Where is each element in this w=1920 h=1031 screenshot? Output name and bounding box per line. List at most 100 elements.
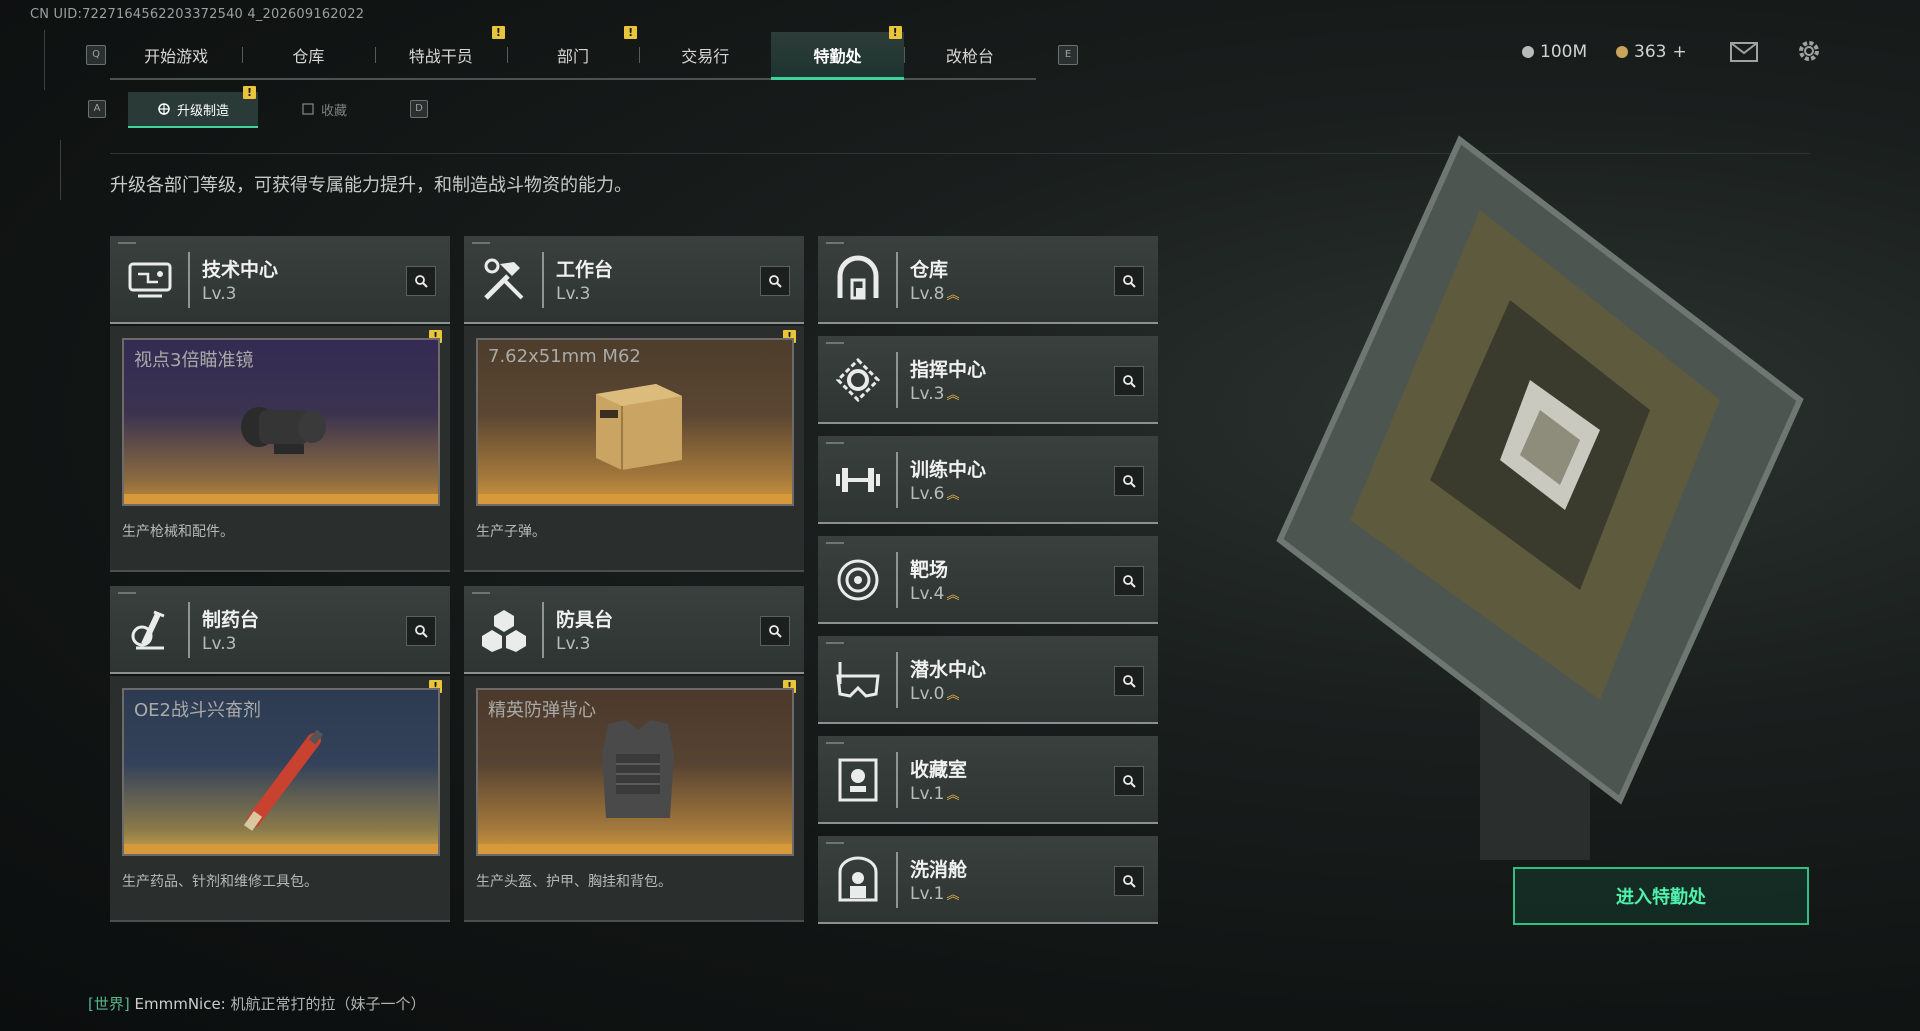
facility-level: Lv.3	[202, 634, 237, 654]
page-description: 升级各部门等级，可获得专属能力提升，和制造战斗物资的能力。	[110, 175, 632, 196]
tab-label: 特勤处	[813, 47, 862, 66]
level-text: Lv.6	[910, 484, 945, 504]
tab-start-game[interactable]: 开始游戏	[110, 32, 242, 78]
facility-level: Lv.0 ︽	[910, 684, 959, 704]
craft-panel-pharmacy: ! OE2战斗兴奋剂 生产药品、针剂和维修工具包。	[110, 676, 450, 922]
armor-bench-icon	[482, 610, 526, 652]
add-gold-button[interactable]: +	[1672, 42, 1686, 62]
upgrade-chevron-icon: ︽	[946, 288, 960, 303]
craft-item-thumb[interactable]: 视点3倍瞄准镜	[122, 338, 440, 506]
search-button[interactable]	[1114, 766, 1144, 796]
separator	[896, 452, 898, 508]
craft-panel-armor-bench: ! 精英防弹背心 生产头盔、护甲、胸挂和背包。	[464, 676, 804, 922]
tab-department[interactable]: 部门!	[506, 26, 639, 78]
craft-item-name: 7.62x51mm M62	[488, 346, 641, 367]
tab-operators[interactable]: 特战干员!	[374, 26, 507, 78]
silver-coin-icon	[1522, 46, 1534, 58]
craft-item-name: 视点3倍瞄准镜	[134, 350, 254, 371]
search-icon	[1123, 775, 1136, 788]
facility-level: Lv.1 ︽	[910, 884, 959, 904]
facility-card-decontamination[interactable]: 洗消舱 Lv.1 ︽	[818, 836, 1158, 924]
chat-text: 机航正常打的拉（妹子一个）	[230, 995, 426, 1013]
search-icon	[1123, 275, 1136, 288]
facility-name: 工作台	[556, 259, 614, 281]
facility-level: Lv.8 ︽	[910, 284, 959, 304]
facility-name: 指挥中心	[910, 359, 987, 381]
craft-item-thumb[interactable]: 7.62x51mm M62	[476, 338, 794, 506]
decor-mark	[826, 842, 844, 844]
facility-name: 防具台	[556, 609, 614, 631]
facility-level: Lv.3	[556, 634, 591, 654]
facility-card-diving-center[interactable]: 潜水中心 Lv.0 ︽	[818, 636, 1158, 724]
separator	[896, 752, 898, 808]
enter-special-service-button[interactable]: 进入特勤处	[1513, 867, 1809, 925]
silver-amount: 100M	[1540, 42, 1588, 62]
facility-name: 收藏室	[910, 759, 968, 781]
search-button[interactable]	[1114, 566, 1144, 596]
facility-card-pharmacy[interactable]: 制药台 Lv.3	[110, 586, 450, 674]
alert-badge: !	[888, 26, 902, 39]
search-button[interactable]	[406, 616, 436, 646]
chat-message[interactable]: [世界] EmmmNice: 机航正常打的拉（妹子一个）	[88, 993, 426, 1014]
tab-label: 改枪台	[945, 47, 994, 66]
subtab-upgrade-craft[interactable]: 升级制造 !	[128, 86, 258, 128]
separator	[896, 352, 898, 408]
ammo-box-image	[596, 384, 682, 470]
subtab-label: 升级制造	[176, 103, 229, 119]
level-text: Lv.1	[910, 784, 945, 804]
subtab-collection[interactable]: 收藏	[262, 92, 386, 126]
tab-label: 部门	[556, 47, 589, 66]
facility-card-workbench[interactable]: 工作台 Lv.3	[464, 236, 804, 324]
craft-item-name: OE2战斗兴奋剂	[134, 700, 261, 721]
facility-card-shooting-range[interactable]: 靶场 Lv.4 ︽	[818, 536, 1158, 624]
search-button[interactable]	[760, 616, 790, 646]
search-icon	[769, 275, 782, 288]
search-button[interactable]	[406, 266, 436, 296]
tab-label: 开始游戏	[144, 47, 209, 66]
search-button[interactable]	[1114, 866, 1144, 896]
nav-key-e[interactable]: E	[1058, 45, 1078, 65]
tab-special-service[interactable]: 特勤处!	[771, 26, 904, 80]
craft-description: 生产药品、针剂和维修工具包。	[122, 874, 318, 890]
facility-level: Lv.1 ︽	[910, 784, 959, 804]
facility-card-tech-center[interactable]: 技术中心 Lv.3	[110, 236, 450, 324]
decor-mark	[826, 542, 844, 544]
top-nav: 开始游戏 仓库 特战干员! 部门! 交易行 特勤处! 改枪台	[110, 26, 1036, 80]
facility-card-command-center[interactable]: 指挥中心 Lv.3 ︽	[818, 336, 1158, 424]
frame-line	[60, 140, 61, 200]
settings-gear-icon[interactable]	[1796, 38, 1822, 64]
facility-card-training-center[interactable]: 训练中心 Lv.6 ︽	[818, 436, 1158, 524]
tab-trading[interactable]: 交易行	[639, 32, 771, 78]
separator	[896, 852, 898, 908]
separator	[188, 602, 190, 658]
separator	[896, 652, 898, 708]
craft-item-thumb[interactable]: 精英防弹背心	[476, 688, 794, 856]
search-button[interactable]	[1114, 666, 1144, 696]
search-button[interactable]	[760, 266, 790, 296]
nav-key-q[interactable]: Q	[86, 45, 106, 65]
gold-currency[interactable]: 363 +	[1616, 42, 1687, 62]
craft-item-thumb[interactable]: OE2战斗兴奋剂	[122, 688, 440, 856]
decor-mark	[826, 642, 844, 644]
separator	[188, 252, 190, 308]
silver-currency: 100M	[1522, 42, 1587, 62]
facility-card-warehouse[interactable]: 仓库 Lv.8 ︽	[818, 236, 1158, 324]
tab-warehouse[interactable]: 仓库	[242, 32, 374, 78]
search-button[interactable]	[1114, 266, 1144, 296]
search-button[interactable]	[1114, 366, 1144, 396]
facility-card-armor-bench[interactable]: 防具台 Lv.3	[464, 586, 804, 674]
workbench-icon	[484, 258, 524, 300]
facility-level: Lv.3	[202, 284, 237, 304]
facility-name: 仓库	[910, 259, 949, 281]
craft-item-name: 精英防弹背心	[488, 700, 596, 721]
facility-name: 洗消舱	[910, 859, 968, 881]
subtab-key-d[interactable]: D	[410, 100, 428, 118]
subtab-key-a[interactable]: A	[88, 100, 106, 118]
chat-user: EmmmNice:	[134, 995, 226, 1013]
tab-gunsmith[interactable]: 改枪台	[903, 32, 1036, 78]
pharmacy-icon	[131, 610, 165, 650]
facility-card-collection-room[interactable]: 收藏室 Lv.1 ︽	[818, 736, 1158, 824]
rarity-glow	[124, 494, 438, 504]
mail-icon[interactable]	[1730, 42, 1758, 62]
search-button[interactable]	[1114, 466, 1144, 496]
